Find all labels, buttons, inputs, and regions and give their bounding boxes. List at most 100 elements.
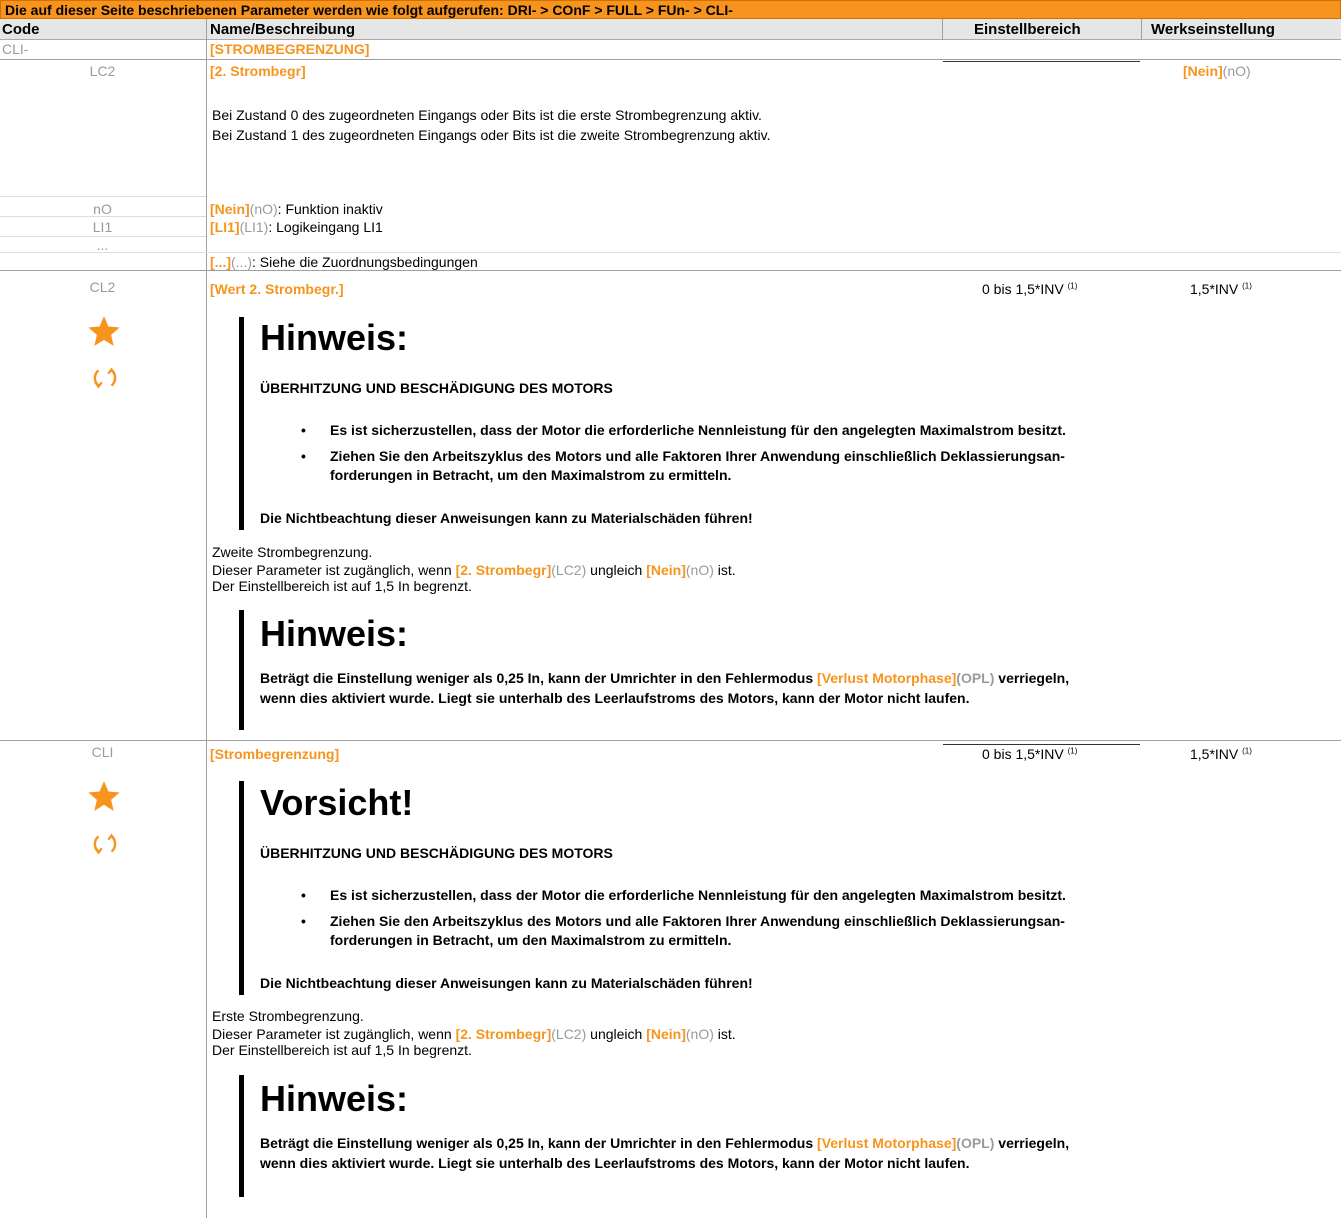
- desc-code: (LC2): [551, 1026, 587, 1042]
- default-footnote: (1): [1242, 281, 1252, 291]
- callout-bar: [239, 781, 244, 995]
- option-desc: : Funktion inaktiv: [277, 201, 383, 217]
- option-row-more: [...](...): Siehe die Zuordnungsbedingun…: [210, 254, 478, 270]
- bullet-dot: •: [301, 913, 306, 929]
- range-value-cl2: 0 bis 1,5*INV (1): [982, 281, 1077, 297]
- callout-subtitle: ÜBERHITZUNG UND BESCHÄDIGUNG DES MOTORS: [260, 380, 613, 396]
- option-code: LI1: [92, 219, 113, 235]
- option-code: ...: [96, 237, 109, 253]
- access-path-text: Die auf dieser Seite beschriebenen Param…: [5, 2, 733, 18]
- bullet-text: Ziehen Sie den Arbeitszyklus des Motors …: [330, 448, 1065, 464]
- callout-text: Beträgt die Einstellung weniger als 0,25…: [260, 670, 1069, 686]
- rotate-icon: [93, 367, 117, 389]
- option-paren: (...): [231, 254, 252, 270]
- bullet-text: Ziehen Sie den Arbeitszyklus des Motors …: [330, 913, 1065, 929]
- col-code-header: Code: [2, 21, 40, 38]
- option-label: [LI1]: [210, 219, 240, 235]
- desc-code: (nO): [685, 562, 714, 578]
- desc-link: [2. Strombegr]: [455, 1026, 552, 1042]
- callout-bullet: • Es ist sicherzustellen, dass der Motor …: [301, 886, 1066, 905]
- callout-footer: Die Nichtbeachtung dieser Anweisungen ka…: [260, 510, 753, 526]
- callout-code: (OPL): [956, 670, 995, 686]
- callout-bullet: • Ziehen Sie den Arbeitszyklus des Motors…: [301, 447, 1065, 485]
- lc2-description-2: Bei Zustand 1 des zugeordneten Eingangs …: [212, 127, 771, 143]
- col-range-header: Einstellbereich: [974, 21, 1081, 38]
- cli-description-2: Dieser Parameter ist zugänglich, wenn [2…: [212, 1026, 736, 1042]
- default-label: [Nein]: [1183, 63, 1223, 79]
- bullet-dot: •: [301, 422, 306, 438]
- option-paren: (nO): [249, 201, 278, 217]
- option-label: [...]: [210, 254, 231, 270]
- range-value-cli: 0 bis 1,5*INV (1): [982, 746, 1077, 762]
- menu-title: [STROMBEGRENZUNG]: [210, 41, 370, 57]
- default-value-lc2: [Nein](nO): [1183, 63, 1251, 79]
- callout-text-part: Beträgt die Einstellung weniger als 0,25…: [260, 1135, 818, 1151]
- desc-text: ungleich: [586, 1026, 647, 1042]
- option-desc: : Siehe die Zuordnungsbedingungen: [252, 254, 478, 270]
- callout-title: Hinweis:: [260, 1078, 409, 1119]
- cli-description-3: Der Einstellbereich ist auf 1,5 In begre…: [212, 1042, 472, 1058]
- option-code: nO: [93, 201, 112, 217]
- default-value-cli: 1,5*INV (1): [1190, 746, 1252, 762]
- callout-code: (OPL): [956, 1135, 995, 1151]
- desc-code: (LC2): [551, 562, 587, 578]
- default-footnote: (1): [1242, 746, 1252, 756]
- callout-bullet: • Ziehen Sie den Arbeitszyklus des Motors…: [301, 912, 1065, 950]
- col-name-header: Name/Beschreibung: [210, 21, 356, 38]
- bullet-text: forderungen in Betracht, um den Maximals…: [330, 932, 732, 948]
- option-label: [Nein]: [210, 201, 250, 217]
- callout-title: Hinweis:: [260, 317, 409, 358]
- range-text: 0 bis 1,5*INV: [982, 746, 1064, 762]
- bullet-text: Es ist sicherzustellen, dass der Motor d…: [330, 887, 1066, 903]
- param-name-lc2: [2. Strombegr]: [210, 63, 306, 79]
- lc2-description-1: Bei Zustand 0 des zugeordneten Eingangs …: [212, 107, 762, 123]
- row-divider: [0, 270, 1341, 271]
- col-default-header: Werkseinstellung: [1151, 21, 1275, 38]
- param-name-cl2: [Wert 2. Strombegr.]: [210, 281, 344, 297]
- callout-title: Vorsicht!: [260, 782, 414, 823]
- param-code-cl2: CL2: [89, 279, 116, 295]
- default-value-cl2: 1,5*INV (1): [1190, 281, 1252, 297]
- desc-link: [Nein]: [646, 1026, 686, 1042]
- callout-bar: [239, 1075, 244, 1197]
- callout-text: wenn dies aktiviert wurde. Liegt sie unt…: [260, 690, 970, 706]
- desc-link: [Nein]: [646, 562, 686, 578]
- callout-footer: Die Nichtbeachtung dieser Anweisungen ka…: [260, 975, 753, 991]
- default-text: 1,5*INV: [1190, 746, 1239, 762]
- default-code: (nO): [1222, 63, 1251, 79]
- option-row-li1: [LI1](LI1): Logikeingang LI1: [210, 219, 383, 235]
- menu-code: CLI-: [2, 41, 29, 57]
- cl2-description-1: Zweite Strombegrenzung.: [212, 544, 373, 560]
- desc-text: ist.: [713, 1026, 736, 1042]
- range-footnote: (1): [1067, 746, 1078, 756]
- cl2-description-2: Dieser Parameter ist zugänglich, wenn [2…: [212, 562, 736, 578]
- param-name-cli: [Strombegrenzung]: [210, 746, 340, 762]
- option-desc: : Logikeingang LI1: [268, 219, 383, 235]
- param-code-cli: CLI: [91, 744, 114, 760]
- access-path-bar: Die auf dieser Seite beschriebenen Param…: [0, 0, 1341, 19]
- range-rule: [943, 61, 1140, 62]
- range-text: 0 bis 1,5*INV: [982, 281, 1064, 297]
- desc-text: ungleich: [586, 562, 647, 578]
- callout-text-part: verriegeln,: [994, 1135, 1070, 1151]
- cli-description-1: Erste Strombegrenzung.: [212, 1008, 364, 1024]
- desc-text: Dieser Parameter ist zugänglich, wenn: [212, 1026, 456, 1042]
- column-divider: [942, 19, 943, 40]
- callout-link: [Verlust Motorphase]: [817, 1135, 957, 1151]
- callout-subtitle: ÜBERHITZUNG UND BESCHÄDIGUNG DES MOTORS: [260, 845, 613, 861]
- row-divider: [0, 59, 1341, 60]
- bullet-text: forderungen in Betracht, um den Maximals…: [330, 467, 732, 483]
- star-icon: [88, 316, 120, 346]
- desc-code: (nO): [685, 1026, 714, 1042]
- param-code-lc2: LC2: [89, 63, 116, 79]
- callout-title: Hinweis:: [260, 613, 409, 654]
- option-paren: (LI1): [239, 219, 269, 235]
- star-icon: [88, 781, 120, 811]
- bullet-dot: •: [301, 448, 306, 464]
- callout-bar: [239, 317, 244, 530]
- option-row-no: [Nein](nO): Funktion inaktiv: [210, 201, 383, 217]
- callout-text-part: verriegeln,: [994, 670, 1070, 686]
- range-rule: [943, 744, 1140, 745]
- cl2-description-3: Der Einstellbereich ist auf 1,5 In begre…: [212, 578, 472, 594]
- bullet-dot: •: [301, 887, 306, 903]
